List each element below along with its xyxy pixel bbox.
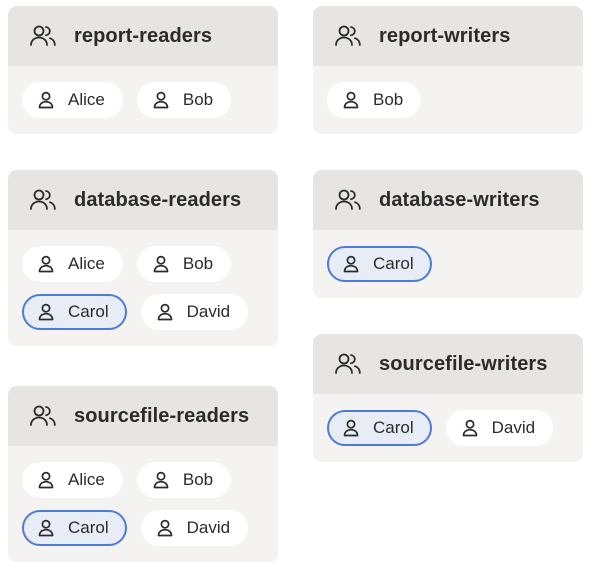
member-name: David [491, 418, 536, 437]
group-title: report-writers [379, 24, 511, 47]
user-icon [343, 419, 359, 437]
member-list: Alice Bob Carol David [8, 446, 278, 562]
user-icon [38, 519, 54, 537]
group-title: report-readers [74, 24, 213, 47]
group-title: sourcefile-writers [379, 352, 548, 375]
group-card-sourcefile-writers: sourcefile-writers Carol David [313, 334, 583, 462]
users-icon [334, 188, 362, 212]
member-list: Bob [313, 66, 583, 134]
group-card-sourcefile-readers: sourcefile-readers Alice Bob Carol David [8, 386, 278, 562]
member-chip-carol[interactable]: Carol [327, 246, 432, 282]
member-name: David [186, 302, 231, 321]
member-chip-carol[interactable]: Carol [327, 410, 432, 446]
user-icon [157, 303, 173, 321]
member-chip-bob[interactable]: Bob [136, 82, 232, 118]
users-icon [29, 24, 57, 48]
user-icon [157, 519, 173, 537]
member-name: Bob [182, 90, 214, 109]
member-list: Alice Bob Carol David [8, 230, 278, 346]
member-chip-alice[interactable]: Alice [22, 246, 123, 282]
member-name: Bob [182, 470, 214, 489]
member-name: Carol [373, 418, 414, 437]
user-icon [462, 419, 478, 437]
member-name: Carol [373, 254, 414, 273]
user-icon [153, 471, 169, 489]
member-list: Carol [313, 230, 583, 298]
user-icon [38, 303, 54, 321]
group-header: database-writers [313, 170, 583, 230]
member-chip-bob[interactable]: Bob [136, 246, 232, 282]
group-title: database-writers [379, 188, 540, 211]
member-name: Alice [68, 470, 105, 489]
member-chip-david[interactable]: David [445, 410, 554, 446]
member-chip-david[interactable]: David [140, 294, 249, 330]
group-title: sourcefile-readers [74, 404, 250, 427]
member-chip-alice[interactable]: Alice [22, 462, 123, 498]
member-name: Carol [68, 518, 109, 537]
member-name: Bob [182, 254, 214, 273]
member-name: Carol [68, 302, 109, 321]
member-name: Alice [68, 254, 105, 273]
group-card-report-readers: report-readers Alice Bob [8, 6, 278, 134]
group-header: database-readers [8, 170, 278, 230]
users-icon [334, 352, 362, 376]
group-title: database-readers [74, 188, 242, 211]
user-icon [153, 255, 169, 273]
member-list: Carol David [313, 394, 583, 462]
member-name: Alice [68, 90, 105, 109]
user-icon [343, 91, 359, 109]
group-header: report-writers [313, 6, 583, 66]
member-chip-alice[interactable]: Alice [22, 82, 123, 118]
group-card-database-writers: database-writers Carol [313, 170, 583, 298]
group-card-report-writers: report-writers Bob [313, 6, 583, 134]
member-chip-bob[interactable]: Bob [136, 462, 232, 498]
member-chip-bob[interactable]: Bob [327, 82, 422, 118]
user-icon [38, 471, 54, 489]
member-name: David [186, 518, 231, 537]
member-chip-carol[interactable]: Carol [22, 294, 127, 330]
users-icon [29, 188, 57, 212]
member-chip-carol[interactable]: Carol [22, 510, 127, 546]
member-list: Alice Bob [8, 66, 278, 134]
users-icon [334, 24, 362, 48]
member-chip-david[interactable]: David [140, 510, 249, 546]
member-name: Bob [373, 90, 404, 109]
user-icon [38, 91, 54, 109]
group-card-database-readers: database-readers Alice Bob Carol David [8, 170, 278, 346]
group-header: sourcefile-readers [8, 386, 278, 446]
users-icon [29, 404, 57, 428]
group-header: report-readers [8, 6, 278, 66]
user-icon [38, 255, 54, 273]
group-header: sourcefile-writers [313, 334, 583, 394]
user-icon [343, 255, 359, 273]
user-icon [153, 91, 169, 109]
